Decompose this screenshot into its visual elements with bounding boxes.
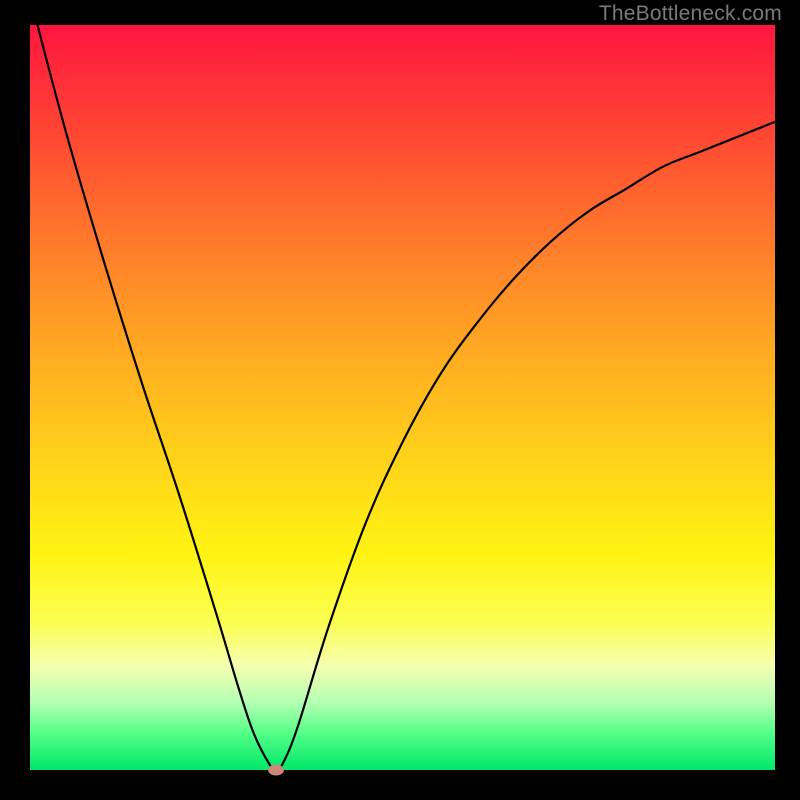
chart-plot-area [30, 25, 775, 770]
curve-path [37, 25, 775, 770]
curve-min-marker [268, 765, 284, 776]
watermark-text: TheBottleneck.com [599, 2, 782, 26]
bottleneck-curve [30, 25, 775, 770]
